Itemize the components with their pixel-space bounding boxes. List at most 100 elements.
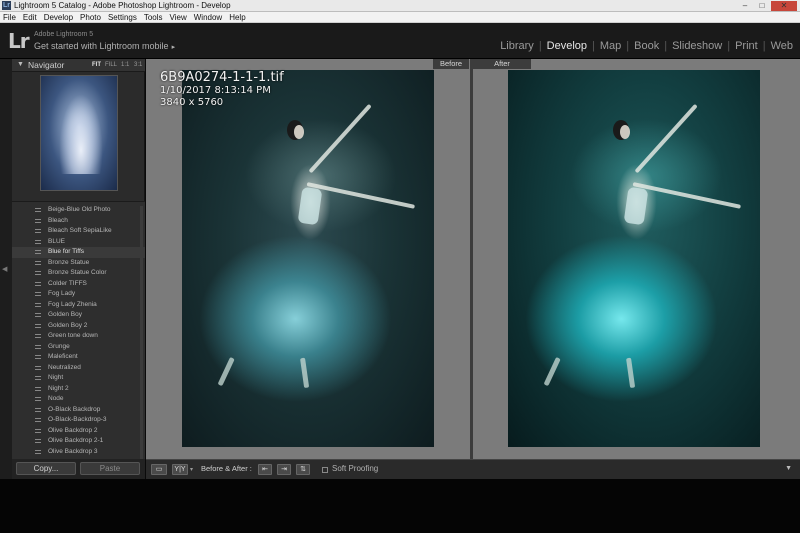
preset-label: O-Black-Backdrop-3 <box>48 416 107 423</box>
preset-item[interactable]: Colder TIFFS <box>12 279 145 290</box>
preset-item[interactable]: Beige-Blue Old Photo <box>12 205 145 216</box>
lightroom-app-icon: Lr <box>2 1 11 10</box>
copy-settings-button[interactable]: Copy... <box>16 462 76 475</box>
module-book[interactable]: Book <box>629 40 664 52</box>
filmstrip-area-collapsed <box>0 479 800 533</box>
chevron-down-icon[interactable]: ▾ <box>190 466 193 473</box>
toolbar-content-menu[interactable]: ▼ <box>785 465 792 472</box>
preset-item[interactable]: Golden Boy 2 <box>12 321 145 332</box>
paste-settings-button[interactable]: Paste <box>80 462 140 475</box>
preset-item[interactable]: Neutralized <box>12 363 145 374</box>
module-library[interactable]: Library <box>495 40 539 52</box>
preset-label: Fog Lady <box>48 290 76 297</box>
module-print[interactable]: Print <box>730 40 763 52</box>
preset-item[interactable]: Fog Lady Zhenia <box>12 300 145 311</box>
module-map[interactable]: Map <box>595 40 626 52</box>
preset-item[interactable]: O-Black-Backdrop-3 <box>12 415 145 426</box>
copy-after-to-before-button[interactable]: ⇥ <box>277 464 291 475</box>
preset-item[interactable]: Node <box>12 394 145 405</box>
preset-item[interactable]: Blue for Tiffs <box>12 247 145 258</box>
soft-proofing-checkbox[interactable] <box>322 467 328 473</box>
preset-list-scrollbar[interactable] <box>140 206 143 466</box>
preset-label: Grunge <box>48 342 70 350</box>
preset-item[interactable]: Bronze Statue Color <box>12 268 145 279</box>
preset-item[interactable]: O-Black Backdrop <box>12 405 145 416</box>
navigator-header[interactable]: ▼ Navigator FIT FILL 1:1 3:1 <box>12 59 145 72</box>
preset-item[interactable]: Bleach <box>12 216 145 227</box>
preset-label: O-Black Backdrop <box>48 405 101 413</box>
after-photo[interactable] <box>508 70 760 447</box>
dancer-arm-raised <box>308 103 372 174</box>
before-photo[interactable] <box>182 70 434 447</box>
preset-icon <box>35 344 41 349</box>
preset-item[interactable]: Golden Boy <box>12 310 145 321</box>
dancer-torso <box>297 186 323 226</box>
preset-item[interactable]: Bleach Soft SepiaLike <box>12 226 145 237</box>
copy-before-to-after-button[interactable]: ⇤ <box>258 464 272 475</box>
menu-photo[interactable]: Photo <box>77 12 105 22</box>
menu-view[interactable]: View <box>167 12 191 22</box>
collapse-left-icon[interactable]: ◀ <box>2 265 7 273</box>
menu-file[interactable]: File <box>0 12 20 22</box>
preset-icon <box>35 281 41 286</box>
menu-develop[interactable]: Develop <box>41 12 77 22</box>
preset-icon <box>35 355 41 359</box>
left-panel-edge[interactable]: ◀ <box>0 59 12 479</box>
preset-item[interactable]: Night <box>12 373 145 384</box>
preset-label: BLUE <box>48 237 65 245</box>
menu-window[interactable]: Window <box>191 12 226 22</box>
preset-item[interactable]: Olive Backdrop 3 <box>12 447 145 458</box>
preset-icon <box>35 323 41 328</box>
develop-toolbar: ▭ Y|Y ▾ Before & After : ⇤ ⇥ ⇅ Soft Proo… <box>146 459 800 479</box>
preset-item[interactable]: Bronze Statue <box>12 258 145 269</box>
navigator-preview[interactable] <box>40 75 118 191</box>
identity-product-name: Adobe Lightroom 5 <box>34 31 94 38</box>
preset-icon <box>35 292 41 296</box>
preset-label: Golden Boy 2 <box>48 321 88 329</box>
dancer-arm-extended <box>632 182 742 209</box>
menu-help[interactable]: Help <box>226 12 249 22</box>
preset-icon <box>35 313 41 317</box>
module-web[interactable]: Web <box>766 40 798 52</box>
photo-info-overlay: 6B9A0274-1-1-1.tif 1/10/2017 8:13:14 PM … <box>160 70 284 109</box>
preset-icon <box>35 239 41 244</box>
preset-item[interactable]: Fog Lady <box>12 289 145 300</box>
dancer-leg <box>626 357 636 389</box>
dancer-face <box>620 125 630 139</box>
zoom-3-1-button[interactable]: 3:1 <box>134 62 142 68</box>
preset-icon <box>35 418 41 422</box>
preset-icon <box>35 376 41 380</box>
menu-tools[interactable]: Tools <box>141 12 167 22</box>
triangle-down-icon[interactable]: ▼ <box>17 61 24 68</box>
maximize-button[interactable]: □ <box>755 1 769 11</box>
preset-item[interactable]: Olive Backdrop 2 <box>12 426 145 437</box>
preset-item[interactable]: Night 2 <box>12 384 145 395</box>
preset-label: Fog Lady Zhenia <box>48 300 97 308</box>
swap-before-after-button[interactable]: ⇅ <box>296 464 310 475</box>
preset-item[interactable]: Grunge <box>12 342 145 353</box>
preset-item[interactable]: Olive Backdrop 2-1 <box>12 436 145 447</box>
preset-item[interactable]: BLUE <box>12 237 145 248</box>
zoom-fit-button[interactable]: FIT <box>92 62 101 68</box>
preset-label: Night 2 <box>48 384 69 392</box>
dancer-leg <box>543 356 561 387</box>
photo-dimensions: 3840 x 5760 <box>160 97 224 108</box>
module-slideshow[interactable]: Slideshow <box>667 40 727 52</box>
menu-settings[interactable]: Settings <box>105 12 141 22</box>
preset-item[interactable]: Green tone down <box>12 331 145 342</box>
zoom-1-1-button[interactable]: 1:1 <box>121 62 129 68</box>
module-develop[interactable]: Develop <box>542 40 592 52</box>
preset-label: Olive Backdrop 2-1 <box>48 437 104 444</box>
loupe-view-button[interactable]: ▭ <box>151 464 167 475</box>
preset-item[interactable]: Maleficent <box>12 352 145 363</box>
menu-edit[interactable]: Edit <box>20 12 41 22</box>
preset-label: Olive Backdrop 2 <box>48 426 98 434</box>
close-button[interactable]: ✕ <box>771 1 797 11</box>
preset-label: Maleficent <box>48 353 78 360</box>
mobile-promo-link[interactable]: Get started with Lightroom mobile ▸ <box>34 41 175 51</box>
minimize-button[interactable]: – <box>738 1 752 11</box>
soft-proofing-label: Soft Proofing <box>332 464 379 473</box>
before-after-view-button[interactable]: Y|Y <box>172 464 188 475</box>
dancer-leg <box>300 357 310 389</box>
zoom-fill-button[interactable]: FILL <box>105 62 117 68</box>
